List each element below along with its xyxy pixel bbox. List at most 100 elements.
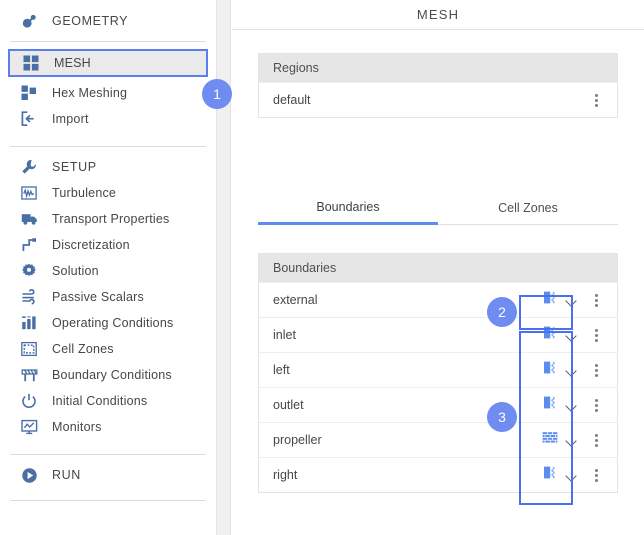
sidebar-item-label: Hex Meshing — [52, 86, 128, 100]
sidebar-item-label: Cell Zones — [52, 342, 114, 356]
sidebar-item-label: MESH — [54, 56, 91, 70]
regions-panel: Regions default — [258, 53, 618, 118]
sidebar-item-passive-scalars[interactable]: Passive Scalars — [8, 284, 208, 310]
application-window: GEOMETRY MESH Hex Meshing Import SETUP T… — [0, 0, 644, 535]
kebab-menu-icon[interactable] — [585, 462, 607, 488]
boundary-type-propeller[interactable] — [533, 428, 585, 452]
sidebar-item-hex-meshing[interactable]: Hex Meshing — [8, 80, 208, 106]
sidebar-item-label: Monitors — [52, 420, 102, 434]
wrench-icon — [16, 156, 42, 178]
power-icon — [16, 390, 42, 412]
chevron-down-icon[interactable] — [566, 402, 577, 409]
sidebar-item-label: Initial Conditions — [52, 394, 148, 408]
tab-bar: Boundaries Cell Zones — [258, 191, 618, 225]
kebab-menu-icon[interactable] — [585, 322, 607, 348]
barrier-icon — [16, 364, 42, 386]
kebab-menu-icon[interactable] — [585, 87, 607, 113]
wall-brick-icon — [542, 430, 559, 450]
patch-boundary-icon — [542, 394, 559, 416]
table-row[interactable]: inlet — [259, 317, 617, 352]
bar-chart-icon — [16, 312, 42, 334]
sidebar-item-solution[interactable]: Solution — [8, 258, 208, 284]
boundaries-panel-header: Boundaries — [259, 254, 617, 282]
kebab-menu-icon[interactable] — [585, 427, 607, 453]
tab-cell-zones[interactable]: Cell Zones — [438, 191, 618, 225]
tab-label: Cell Zones — [498, 200, 558, 215]
sidebar-item-label: Boundary Conditions — [52, 368, 172, 382]
patch-boundary-icon — [542, 289, 559, 311]
discretization-steps-icon — [16, 234, 42, 256]
tab-boundaries[interactable]: Boundaries — [258, 191, 438, 225]
page-header: MESH — [232, 0, 644, 30]
boundary-type-inlet[interactable] — [533, 323, 585, 347]
page-title: MESH — [416, 7, 460, 22]
kebab-menu-icon[interactable] — [585, 357, 607, 383]
sidebar-item-operating-conditions[interactable]: Operating Conditions — [8, 310, 208, 336]
sidebar-item-label: SETUP — [52, 160, 97, 174]
sidebar-item-initial-conditions[interactable]: Initial Conditions — [8, 388, 208, 414]
boundary-name: inlet — [273, 328, 296, 342]
sidebar-item-label: Import — [52, 112, 89, 126]
chevron-down-icon[interactable] — [566, 472, 577, 479]
boundary-name: left — [273, 363, 290, 377]
sidebar-item-cell-zones[interactable]: Cell Zones — [8, 336, 208, 362]
sidebar-divider — [10, 500, 206, 501]
chevron-down-icon[interactable] — [566, 437, 577, 444]
callout-number: 2 — [498, 304, 506, 320]
boundary-type-right[interactable] — [533, 463, 585, 487]
boundary-name: right — [273, 468, 298, 482]
callout-number: 3 — [498, 409, 506, 425]
table-row[interactable]: default — [259, 82, 617, 117]
play-circle-icon — [16, 464, 42, 486]
callout-number: 1 — [213, 86, 221, 102]
boundary-type-left[interactable] — [533, 358, 585, 382]
sidebar-item-label: Solution — [52, 264, 99, 278]
sidebar-item-label: RUN — [52, 468, 81, 482]
turbulence-wave-icon — [16, 182, 42, 204]
tab-label: Boundaries — [316, 199, 380, 214]
patch-boundary-icon — [542, 464, 559, 486]
table-row[interactable]: outlet — [259, 387, 617, 422]
patch-boundary-icon — [542, 359, 559, 381]
sidebar-item-label: Passive Scalars — [52, 290, 144, 304]
sidebar-item-label: Turbulence — [52, 186, 117, 200]
chevron-down-icon[interactable] — [566, 297, 577, 304]
sidebar-item-transport-properties[interactable]: Transport Properties — [8, 206, 208, 232]
sidebar-item-geometry[interactable]: GEOMETRY — [8, 8, 208, 34]
sidebar-divider — [10, 454, 206, 455]
table-row[interactable]: propeller — [259, 422, 617, 457]
sidebar-navigation: GEOMETRY MESH Hex Meshing Import SETUP T… — [0, 0, 216, 535]
sidebar-item-discretization[interactable]: Discretization — [8, 232, 208, 258]
sidebar-item-boundary-conditions[interactable]: Boundary Conditions — [8, 362, 208, 388]
patch-boundary-icon — [542, 324, 559, 346]
sidebar-item-monitors[interactable]: Monitors — [8, 414, 208, 440]
kebab-menu-icon[interactable] — [585, 392, 607, 418]
sidebar-item-run[interactable]: RUN — [8, 462, 208, 488]
table-row[interactable]: external — [259, 282, 617, 317]
mesh-grid-icon — [18, 52, 44, 74]
boundary-name: propeller — [273, 433, 322, 447]
import-icon — [16, 108, 42, 130]
sidebar-divider — [10, 41, 206, 42]
main-content-pane: MESH Regions default Boundaries Cell Zon… — [232, 0, 644, 535]
gear-icon — [16, 260, 42, 282]
sidebar-item-mesh[interactable]: MESH — [8, 49, 208, 77]
boundaries-panel: Boundaries external inlet left outlet pr… — [258, 253, 618, 493]
passive-scalars-wind-icon — [16, 286, 42, 308]
sidebar-item-turbulence[interactable]: Turbulence — [8, 180, 208, 206]
sidebar-item-label: Operating Conditions — [52, 316, 174, 330]
truck-icon — [16, 208, 42, 230]
boundary-type-outlet[interactable] — [533, 393, 585, 417]
table-row[interactable]: right — [259, 457, 617, 492]
sidebar-item-setup[interactable]: SETUP — [8, 154, 208, 180]
callout-badge-3: 3 — [487, 402, 517, 432]
regions-panel-header: Regions — [259, 54, 617, 82]
chevron-down-icon[interactable] — [566, 367, 577, 374]
monitor-chart-icon — [16, 416, 42, 438]
boundary-type-external[interactable] — [533, 288, 585, 312]
geometry-icon — [16, 10, 42, 32]
kebab-menu-icon[interactable] — [585, 287, 607, 313]
sidebar-item-import[interactable]: Import — [8, 106, 208, 132]
chevron-down-icon[interactable] — [566, 332, 577, 339]
table-row[interactable]: left — [259, 352, 617, 387]
